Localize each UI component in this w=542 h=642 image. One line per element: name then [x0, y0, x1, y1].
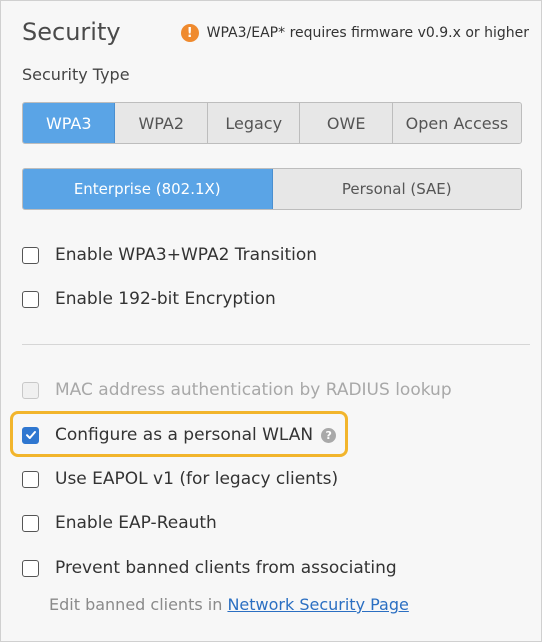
- warning-text: WPA3/EAP* requires firmware v0.9.x or hi…: [206, 25, 529, 41]
- mac-auth-label: MAC address authentication by RADIUS loo…: [55, 380, 452, 400]
- option-192-bit[interactable]: Enable 192-bit Encryption: [22, 289, 276, 309]
- prevent-banned-checkbox[interactable]: [22, 559, 39, 577]
- banned-note-prefix: Edit banned clients in: [49, 595, 228, 614]
- security-type-wpa2[interactable]: WPA2: [115, 103, 208, 143]
- option-eap-reauth[interactable]: Enable EAP-Reauth: [22, 513, 217, 533]
- personal-wlan-label: Configure as a personal WLAN: [55, 425, 314, 445]
- transition-checkbox[interactable]: [22, 246, 39, 264]
- eap-reauth-checkbox[interactable]: [22, 514, 39, 532]
- section-title: Security: [22, 18, 121, 46]
- security-type-legacy[interactable]: Legacy: [207, 103, 301, 143]
- banned-clients-note: Edit banned clients in Network Security …: [49, 595, 409, 614]
- eapol-v1-label: Use EAPOL v1 (for legacy clients): [55, 469, 339, 489]
- security-type-wpa3[interactable]: WPA3: [23, 103, 116, 143]
- option-eapol-v1[interactable]: Use EAPOL v1 (for legacy clients): [22, 469, 338, 489]
- option-mac-auth: MAC address authentication by RADIUS loo…: [22, 380, 452, 400]
- encryption-192-label: Enable 192-bit Encryption: [55, 289, 276, 309]
- auth-mode-selector: Enterprise (802.1X) Personal (SAE): [22, 168, 522, 210]
- network-security-link[interactable]: Network Security Page: [227, 595, 408, 614]
- transition-label: Enable WPA3+WPA2 Transition: [55, 245, 318, 265]
- security-type-selector: WPA3 WPA2 Legacy OWE Open Access: [22, 102, 522, 144]
- security-panel: Security ! WPA3/EAP* requires firmware v…: [0, 0, 542, 642]
- security-type-owe[interactable]: OWE: [300, 103, 393, 143]
- checkmark-icon: [25, 431, 36, 439]
- option-transition[interactable]: Enable WPA3+WPA2 Transition: [22, 245, 317, 265]
- mac-auth-checkbox: [22, 381, 39, 399]
- security-type-label: Security Type: [22, 65, 130, 84]
- personal-wlan-checkbox[interactable]: [22, 426, 39, 444]
- eapol-v1-checkbox[interactable]: [22, 470, 39, 488]
- option-personal-wlan[interactable]: Configure as a personal WLAN ?: [22, 425, 337, 445]
- security-type-open-access[interactable]: Open Access: [392, 103, 521, 143]
- eap-reauth-label: Enable EAP-Reauth: [55, 513, 217, 533]
- help-icon[interactable]: ?: [321, 427, 337, 443]
- warning-icon: !: [180, 24, 199, 42]
- option-prevent-banned[interactable]: Prevent banned clients from associating: [22, 558, 397, 578]
- auth-mode-enterprise[interactable]: Enterprise (802.1X): [23, 169, 273, 209]
- divider: [22, 344, 530, 345]
- auth-mode-personal[interactable]: Personal (SAE): [272, 169, 521, 209]
- firmware-warning: ! WPA3/EAP* requires firmware v0.9.x or …: [180, 24, 529, 42]
- encryption-192-checkbox[interactable]: [22, 290, 39, 308]
- prevent-banned-label: Prevent banned clients from associating: [55, 558, 397, 578]
